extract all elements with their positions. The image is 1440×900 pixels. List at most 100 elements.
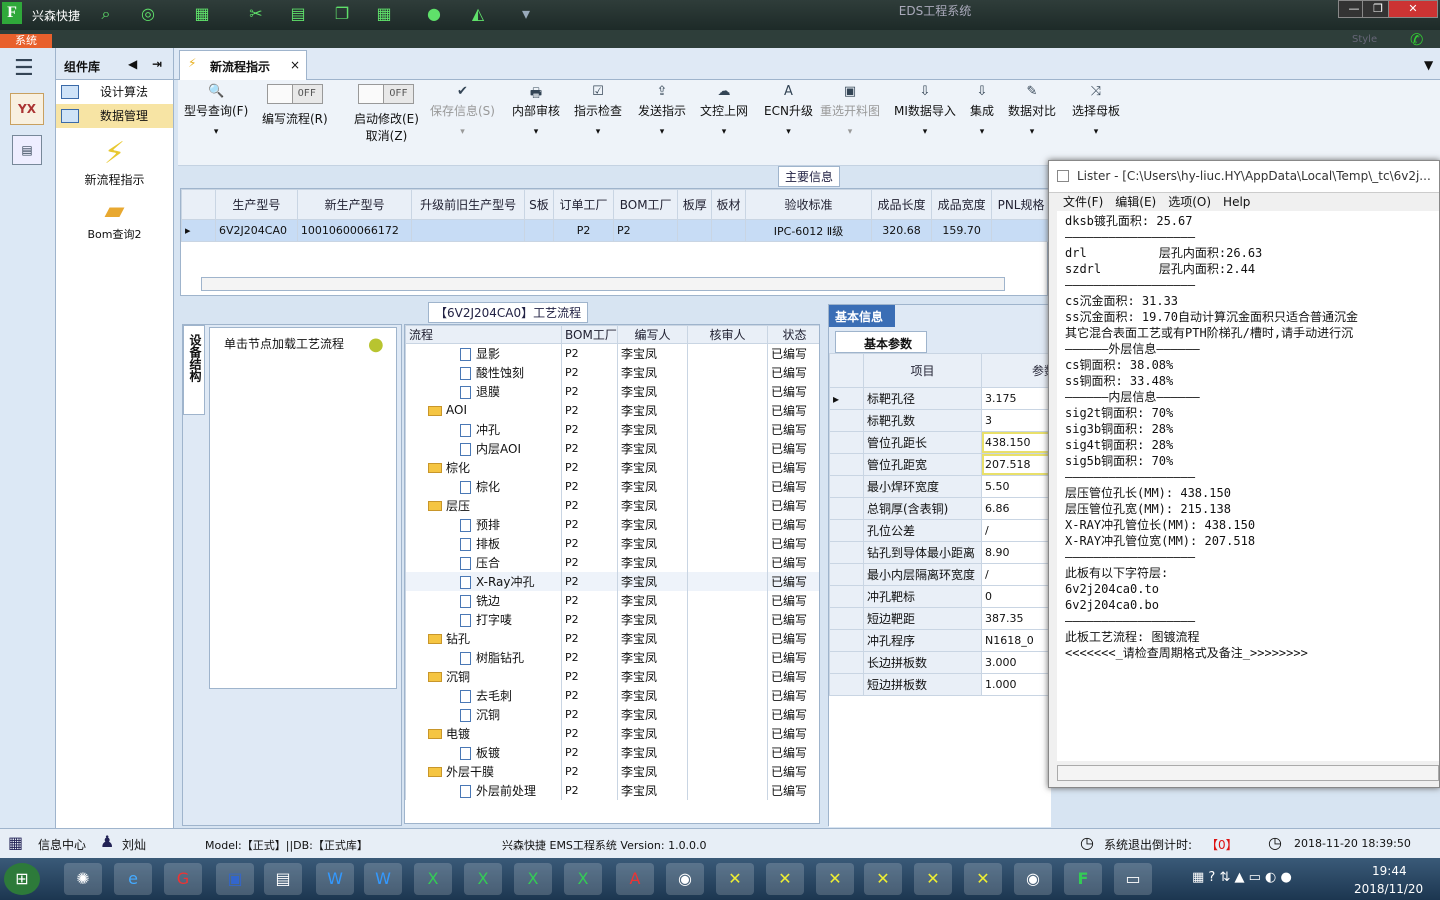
tab-menu-icon[interactable]: ▼ — [1424, 58, 1433, 72]
cell[interactable]: 159.70 — [931, 219, 993, 242]
cell[interactable] — [687, 723, 768, 743]
cell[interactable]: 李宝凤 — [617, 476, 688, 496]
cell[interactable]: P2 — [561, 438, 618, 458]
cell[interactable] — [687, 685, 768, 705]
cell[interactable]: 李宝凤 — [617, 647, 688, 667]
cell[interactable]: 李宝凤 — [617, 514, 688, 534]
window-x-icon[interactable]: ✕ — [914, 863, 952, 895]
dropdown-arrow-icon[interactable]: ▾ — [184, 127, 248, 137]
cell[interactable]: 李宝凤 — [617, 780, 688, 800]
row-selector[interactable] — [829, 629, 864, 652]
launcher-new-process[interactable]: ⚡ 新流程指示 — [56, 136, 173, 188]
excel-doc-icon[interactable]: X — [564, 863, 602, 895]
cell[interactable]: 已编写 — [767, 761, 819, 781]
cell[interactable]: 李宝凤 — [617, 628, 688, 648]
cell[interactable]: P2 — [561, 666, 618, 686]
col-header[interactable]: PNL规格 — [991, 189, 1051, 220]
cell[interactable]: 10010600066172 — [296, 219, 413, 242]
toolbar-button-11[interactable]: ⇩ 集成 ▾ — [970, 84, 994, 137]
col-header[interactable]: 升级前旧生产型号 — [411, 189, 525, 220]
tree-node[interactable]: 酸性蚀刻 — [405, 362, 562, 382]
tree-node[interactable]: 铣边 — [405, 590, 562, 610]
tree-row[interactable]: 排板 P2 李宝凤 已编写 — [405, 533, 819, 553]
col-header[interactable]: 参数 — [981, 353, 1051, 388]
cell[interactable] — [687, 533, 768, 553]
param-row[interactable]: 管位孔距长 438.150 — [829, 431, 1051, 454]
word-doc-icon[interactable]: W — [316, 863, 354, 895]
tree-node[interactable]: 去毛刺 — [405, 685, 562, 705]
ie-browser-icon[interactable]: e — [114, 863, 152, 895]
cell[interactable]: 已编写 — [767, 438, 819, 458]
cell[interactable]: 李宝凤 — [617, 400, 688, 420]
cell[interactable] — [687, 742, 768, 762]
param-row[interactable]: 管位孔距宽 207.518 — [829, 453, 1051, 476]
row-selector[interactable] — [829, 431, 864, 454]
tree-row[interactable]: 酸性蚀刻 P2 李宝凤 已编写 — [405, 362, 819, 382]
g-app-icon[interactable]: G — [164, 863, 202, 895]
tree-node[interactable]: 预排 — [405, 514, 562, 534]
param-value[interactable]: 1.000 — [981, 673, 1051, 696]
param-value[interactable]: 6.86 — [981, 497, 1051, 520]
param-row[interactable]: ▸ 标靶孔径 3.175 — [829, 387, 1051, 410]
cell[interactable]: 李宝凤 — [617, 723, 688, 743]
cell[interactable] — [687, 647, 768, 667]
col-header[interactable]: 项目 — [863, 353, 982, 388]
cell[interactable]: 李宝凤 — [617, 419, 688, 439]
cell[interactable]: IPC-6012 Ⅱ级 — [744, 219, 872, 242]
dropdown-arrow-icon[interactable]: ▾ — [638, 127, 686, 137]
tree-node[interactable]: 树脂钻孔 — [405, 647, 562, 667]
tree-node[interactable]: 外层干膜 — [405, 761, 562, 781]
calculator-icon[interactable]: ▤ — [12, 135, 42, 165]
cell[interactable]: 李宝凤 — [617, 533, 688, 553]
dropdown-arrow-icon[interactable]: ▾ — [430, 127, 495, 137]
dropdown-arrow-icon[interactable]: ▾ — [700, 127, 748, 137]
more-icon[interactable]: ▾ — [516, 4, 536, 24]
toolbar-button-9[interactable]: ▣ 重选开料图 ▾ — [820, 84, 880, 137]
tree-node[interactable]: 外层前处理 — [405, 780, 562, 800]
cell[interactable]: 李宝凤 — [617, 742, 688, 762]
tree-row[interactable]: 内层AOI P2 李宝凤 已编写 — [405, 438, 819, 458]
tree-row[interactable]: 棕化 P2 李宝凤 已编写 — [405, 457, 819, 477]
cell[interactable]: P2 — [561, 571, 618, 591]
cell[interactable]: P2 — [561, 476, 618, 496]
toolbar-button-12[interactable]: ✎ 数据对比 ▾ — [1008, 84, 1056, 137]
tree-node[interactable]: 电镀 — [405, 723, 562, 743]
tree-node[interactable]: 内层AOI — [405, 438, 562, 458]
cell[interactable]: P2 — [561, 457, 618, 477]
menu-options[interactable]: 选项(O) — [1168, 195, 1211, 209]
cell[interactable] — [687, 419, 768, 439]
toolbar-button-10[interactable]: ⇩ MI数据导入 ▾ — [894, 84, 956, 137]
col-header[interactable]: 成品长度 — [870, 189, 933, 220]
cell[interactable] — [687, 381, 768, 401]
close-button[interactable]: ✕ — [1388, 0, 1438, 18]
window-x-icon[interactable]: ✕ — [964, 863, 1002, 895]
col-header[interactable]: 板材 — [711, 189, 746, 220]
param-value[interactable]: 3 — [981, 409, 1051, 432]
cell[interactable] — [687, 438, 768, 458]
cell[interactable]: 已编写 — [767, 343, 819, 363]
copy-icon[interactable]: ❐ — [332, 4, 352, 24]
tree-node[interactable]: 层压 — [405, 495, 562, 515]
apps-icon[interactable]: ▦ — [374, 4, 394, 24]
lifebuoy-icon[interactable]: ◎ — [138, 4, 158, 24]
hamburger-icon[interactable]: ☰ — [14, 56, 55, 81]
cell[interactable] — [687, 761, 768, 781]
cell[interactable] — [711, 219, 746, 242]
eye-app-icon[interactable]: ◉ — [1014, 863, 1052, 895]
param-value[interactable]: / — [981, 563, 1051, 586]
cell[interactable] — [687, 571, 768, 591]
cell[interactable]: 李宝凤 — [617, 685, 688, 705]
tree-node[interactable]: 排板 — [405, 533, 562, 553]
row-selector[interactable] — [829, 453, 864, 476]
toolbar-button-3[interactable]: ✔ 保存信息(S) ▾ — [430, 84, 495, 137]
nav-item-data-management[interactable]: 数据管理 — [56, 104, 173, 128]
tree-node[interactable]: 冲孔 — [405, 419, 562, 439]
cell[interactable]: 已编写 — [767, 742, 819, 762]
param-value[interactable]: 207.518 — [981, 453, 1051, 476]
cell[interactable] — [411, 219, 525, 242]
excel-doc-icon[interactable]: X — [514, 863, 552, 895]
param-value[interactable]: N1618_0 — [981, 629, 1051, 652]
cell[interactable]: P2 — [561, 590, 618, 610]
col-header[interactable]: 验收标准 — [744, 189, 872, 220]
cell[interactable]: P2 — [561, 343, 618, 363]
